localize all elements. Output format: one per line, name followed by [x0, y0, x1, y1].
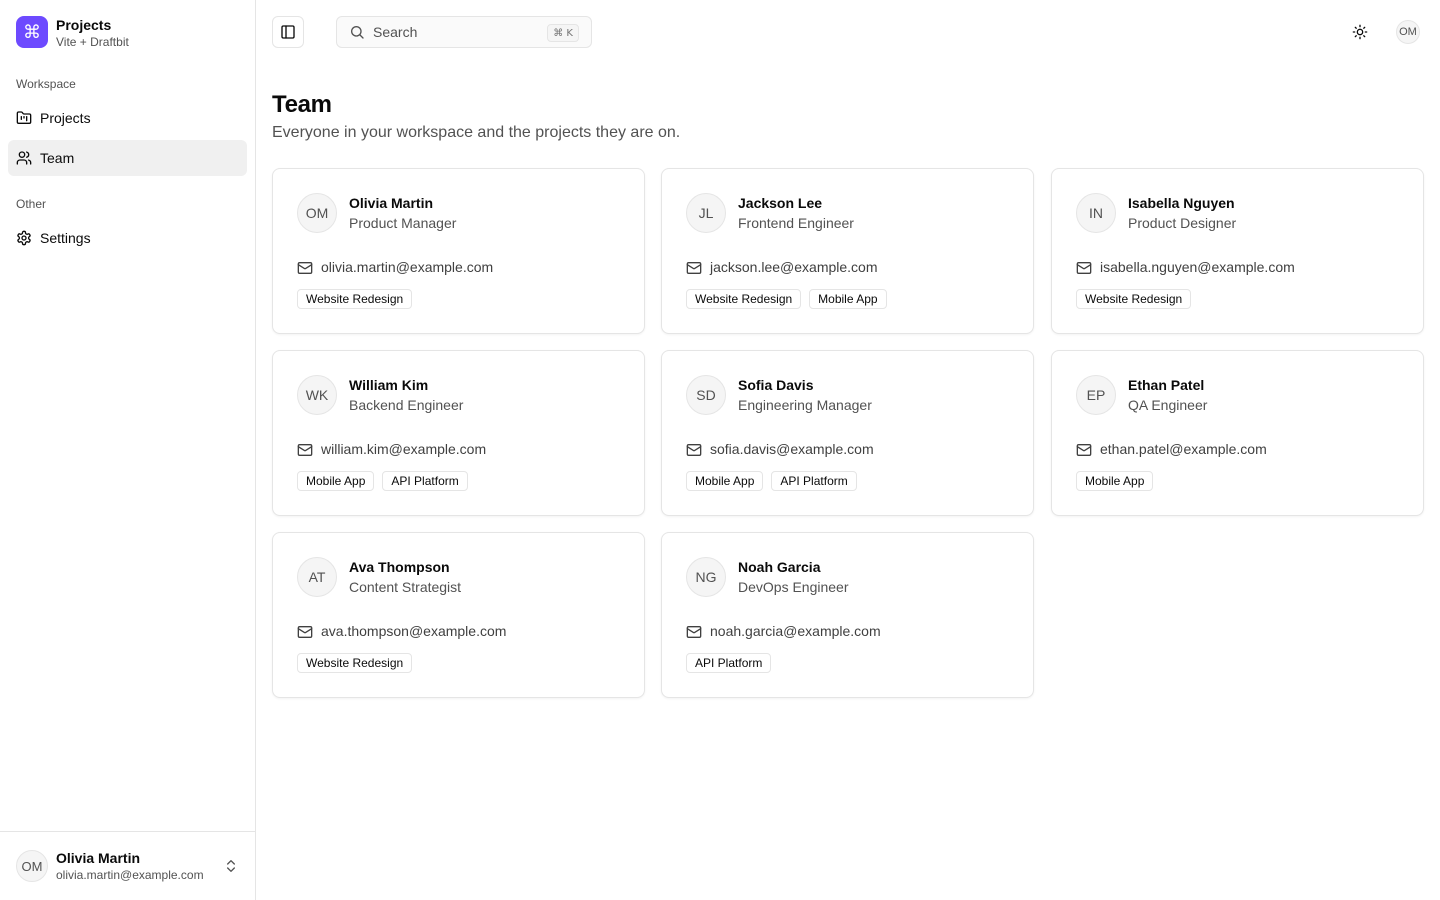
member-email-link[interactable]: noah.garcia@example.com — [710, 623, 881, 639]
user-menu[interactable]: OM Olivia Martin olivia.martin@example.c… — [0, 831, 255, 900]
project-badge[interactable]: Mobile App — [1076, 471, 1154, 491]
sidebar-toggle-button[interactable] — [272, 16, 304, 48]
member-role: Product Designer — [1128, 215, 1237, 231]
member-email-link[interactable]: isabella.nguyen@example.com — [1100, 259, 1295, 275]
avatar: SD — [686, 375, 726, 415]
project-badge[interactable]: Mobile App — [297, 471, 375, 491]
sidebar-item-settings[interactable]: Settings — [8, 220, 247, 256]
member-name: Sofia Davis — [738, 377, 814, 393]
project-tags: Website Redesign Mobile App — [686, 289, 887, 309]
project-badge[interactable]: Mobile App — [686, 471, 764, 491]
gear-icon — [16, 230, 32, 246]
project-tags: Mobile App — [1076, 471, 1154, 491]
avatar: NG — [686, 557, 726, 597]
member-card[interactable]: OM Olivia Martin Product Manager olivia.mar… — [272, 168, 645, 334]
sidebar-item-label: Settings — [40, 230, 91, 246]
mail-icon — [686, 624, 702, 640]
search-icon — [351, 26, 364, 39]
member-name: Olivia Martin — [349, 195, 434, 211]
header-avatar[interactable]: OM — [1396, 20, 1420, 44]
member-name: Ethan Patel — [1128, 377, 1205, 393]
sidebar-item-projects[interactable]: Projects — [8, 100, 247, 136]
users-icon — [16, 150, 32, 166]
mail-icon — [686, 442, 702, 458]
member-name: William Kim — [349, 377, 429, 393]
page-subtitle: Everyone in your workspace and the proje… — [272, 124, 681, 141]
member-email-link[interactable]: ava.thompson@example.com — [321, 623, 506, 639]
mail-icon — [1076, 260, 1092, 276]
folder-icon — [16, 110, 32, 126]
shortcut-badge: ⌘ K — [547, 24, 579, 42]
member-email-link[interactable]: jackson.lee@example.com — [710, 259, 878, 275]
group-label-workspace: Workspace — [16, 77, 76, 91]
brand-subtitle: Vite + Draftbit — [56, 34, 129, 49]
sidebar-item-team[interactable]: Team — [8, 140, 247, 176]
user-email: olivia.martin@example.com — [56, 868, 204, 882]
sidebar-item-label: Projects — [40, 110, 91, 126]
project-tags: API Platform — [686, 653, 772, 673]
page-title: Team — [272, 91, 332, 118]
project-badge[interactable]: Website Redesign — [1076, 289, 1192, 309]
user-name: Olivia Martin — [56, 850, 141, 866]
brand-title: Projects — [56, 16, 112, 33]
chevrons-up-down-icon — [227, 860, 235, 872]
member-role: Content Strategist — [349, 579, 462, 595]
member-card[interactable]: EP Ethan Patel QA Engineer ethan.patel@exam… — [1051, 350, 1424, 516]
search-placeholder: Search — [373, 24, 418, 40]
member-card[interactable]: AT Ava Thompson Content Strategist ava.thom… — [272, 532, 645, 698]
member-role: Frontend Engineer — [738, 215, 854, 231]
project-tags: Mobile App API Platform — [686, 471, 857, 491]
project-badge[interactable]: Website Redesign — [297, 289, 413, 309]
project-badge[interactable]: API Platform — [686, 653, 772, 673]
member-name: Isabella Nguyen — [1128, 195, 1235, 211]
project-badge[interactable]: API Platform — [771, 471, 857, 491]
brand[interactable]: ⌘ Projects Vite + Draftbit — [16, 16, 129, 48]
mail-icon — [297, 442, 313, 458]
command-icon: ⌘ — [16, 16, 48, 48]
group-label-other: Other — [16, 197, 47, 211]
project-badge[interactable]: Mobile App — [809, 289, 887, 309]
search-input[interactable]: Search ⌘ K — [336, 16, 592, 48]
mail-icon — [686, 260, 702, 276]
avatar: IN — [1076, 193, 1116, 233]
sidebar-item-label: Team — [40, 150, 75, 166]
avatar: OM — [297, 193, 337, 233]
project-badge[interactable]: Website Redesign — [297, 653, 413, 673]
mail-icon — [297, 624, 313, 640]
project-tags: Website Redesign — [1076, 289, 1192, 309]
member-role: Product Manager — [349, 215, 457, 231]
avatar: EP — [1076, 375, 1116, 415]
member-role: Engineering Manager — [738, 397, 872, 413]
project-badge[interactable]: API Platform — [382, 471, 468, 491]
member-email-link[interactable]: sofia.davis@example.com — [710, 441, 874, 457]
member-card[interactable]: JL Jackson Lee Frontend Engineer jackson.le… — [661, 168, 1034, 334]
sun-icon — [1352, 24, 1368, 40]
project-badge[interactable]: Website Redesign — [686, 289, 802, 309]
avatar: WK — [297, 375, 337, 415]
member-role: Backend Engineer — [349, 397, 464, 413]
member-email-link[interactable]: ethan.patel@example.com — [1100, 441, 1267, 457]
avatar: AT — [297, 557, 337, 597]
sidebar: ⌘ Projects Vite + Draftbit Workspace Pro… — [0, 0, 256, 900]
member-email-link[interactable]: olivia.martin@example.com — [321, 259, 493, 275]
avatar: OM — [16, 850, 48, 882]
member-name: Noah Garcia — [738, 559, 821, 575]
member-role: DevOps Engineer — [738, 579, 849, 595]
project-tags: Website Redesign — [297, 289, 413, 309]
member-name: Ava Thompson — [349, 559, 450, 575]
theme-toggle-button[interactable] — [1344, 16, 1376, 48]
member-role: QA Engineer — [1128, 397, 1208, 413]
member-email-link[interactable]: william.kim@example.com — [321, 441, 486, 457]
mail-icon — [297, 260, 313, 276]
member-card[interactable]: IN Isabella Nguyen Product Designer isabell… — [1051, 168, 1424, 334]
project-tags: Website Redesign — [297, 653, 413, 673]
member-card[interactable]: SD Sofia Davis Engineering Manager sofia.da… — [661, 350, 1034, 516]
member-name: Jackson Lee — [738, 195, 823, 211]
avatar: JL — [686, 193, 726, 233]
project-tags: Mobile App API Platform — [297, 471, 468, 491]
member-card[interactable]: WK William Kim Backend Engineer william.kim… — [272, 350, 645, 516]
panel-left-icon — [281, 25, 295, 39]
member-card[interactable]: NG Noah Garcia DevOps Engineer noah.garcia@… — [661, 532, 1034, 698]
mail-icon — [1076, 442, 1092, 458]
